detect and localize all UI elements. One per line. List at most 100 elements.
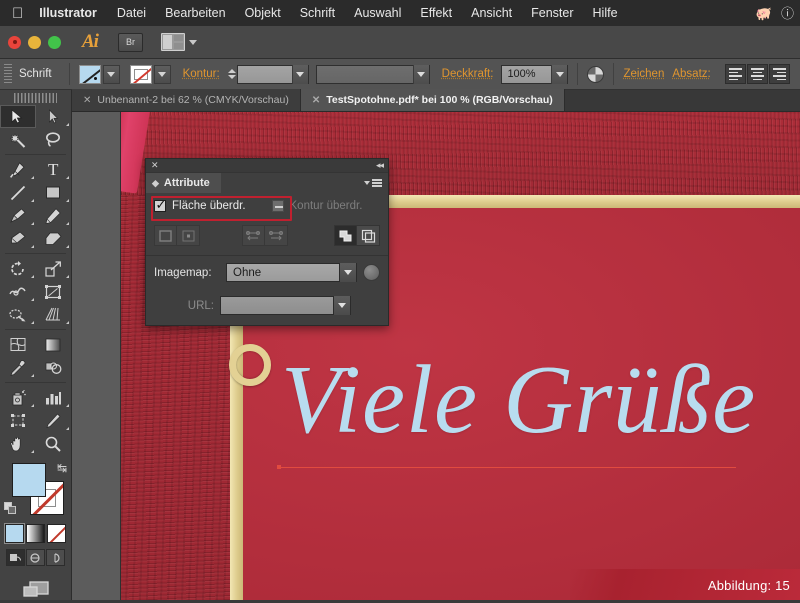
perspective-grid-tool[interactable] <box>36 303 72 326</box>
overprint-stroke-checkbox[interactable] <box>271 200 284 212</box>
stroke-profile-field[interactable] <box>315 64 430 84</box>
menu-item-ansicht[interactable]: Ansicht <box>471 6 512 20</box>
hide-center-icon[interactable] <box>177 225 200 246</box>
browser-preview-icon[interactable] <box>363 264 380 281</box>
window-zoom-button[interactable] <box>48 35 61 49</box>
panel-title-bar[interactable]: ✕ ◂◂ <box>146 159 388 173</box>
width-tool[interactable] <box>0 280 36 303</box>
swap-fill-stroke-icon[interactable]: ↹ <box>57 461 67 475</box>
opacity-dropdown[interactable] <box>551 64 568 84</box>
artboard-tool[interactable] <box>0 409 36 432</box>
window-minimize-button[interactable] <box>28 35 41 49</box>
info-icon[interactable]: ⓘ <box>781 7 794 20</box>
blend-tool[interactable] <box>36 356 72 379</box>
none-fill-mode-button[interactable] <box>47 524 66 543</box>
scale-tool[interactable] <box>36 257 72 280</box>
stroke-weight-field[interactable] <box>236 64 309 84</box>
slice-tool[interactable] <box>36 409 72 432</box>
tools-panel-grip[interactable] <box>14 93 57 103</box>
shape-builder-tool[interactable] <box>0 303 36 326</box>
symbol-sprayer-tool[interactable] <box>0 386 36 409</box>
menu-item-objekt[interactable]: Objekt <box>245 6 281 20</box>
eraser-tool[interactable] <box>36 227 72 250</box>
stroke-swatch[interactable] <box>129 64 152 84</box>
stroke-weight-dropdown[interactable] <box>291 64 308 84</box>
column-graph-tool[interactable] <box>36 386 72 409</box>
paintbrush-tool[interactable] <box>0 204 36 227</box>
menu-item-hilfe[interactable]: Hilfe <box>593 6 618 20</box>
type-tool[interactable]: T <box>36 158 72 181</box>
blend-mode-icon[interactable] <box>587 65 605 83</box>
fill-swatch[interactable] <box>78 64 101 84</box>
gradient-fill-mode-button[interactable] <box>26 524 45 543</box>
stroke-weight-label[interactable]: Kontur: <box>183 68 220 80</box>
menu-app-name[interactable]: Illustrator <box>39 6 97 20</box>
url-input[interactable] <box>220 296 351 315</box>
stroke-profile-dropdown[interactable] <box>412 64 429 84</box>
menu-item-bearbeiten[interactable]: Bearbeiten <box>165 6 225 20</box>
attribute-panel[interactable]: ✕ ◂◂ ◆ Attribute Fläche überdr. Kontur ü… <box>145 158 389 326</box>
opacity-label[interactable]: Deckkraft: <box>442 68 494 80</box>
lasso-tool[interactable] <box>36 128 72 151</box>
menu-item-schrift[interactable]: Schrift <box>300 6 335 20</box>
close-icon[interactable]: ✕ <box>312 95 320 106</box>
collapse-panel-icon[interactable]: ◂◂ <box>376 160 384 171</box>
evernote-icon[interactable]: 🐖 <box>756 7 772 20</box>
panel-menu-icon[interactable] <box>364 179 388 187</box>
document-tab-testspotohne[interactable]: ✕ TestSpotohne.pdf* bei 100 % (RGB/Vorsc… <box>300 89 565 111</box>
stepper-up-icon[interactable] <box>227 69 236 73</box>
align-right-button[interactable] <box>768 64 790 84</box>
rectangle-tool[interactable] <box>36 181 72 204</box>
reverse-path-direction-off-icon[interactable] <box>242 225 265 246</box>
zoom-tool[interactable] <box>36 432 72 455</box>
arrange-documents-chevron-icon[interactable] <box>188 39 197 45</box>
control-panel-grip[interactable] <box>4 63 12 85</box>
close-icon[interactable]: ✕ <box>151 161 159 170</box>
bridge-button[interactable]: Br <box>117 32 143 52</box>
mesh-tool[interactable] <box>0 333 36 356</box>
menu-item-effekt[interactable]: Effekt <box>420 6 452 20</box>
normal-screen-mode-button[interactable] <box>6 549 25 566</box>
arrange-documents-icon[interactable] <box>160 33 185 51</box>
chevron-down-icon[interactable] <box>333 296 350 315</box>
overprint-fill-checkbox[interactable] <box>154 198 167 212</box>
pen-tool[interactable] <box>0 158 36 181</box>
paragraph-label[interactable]: Absatz: <box>672 68 710 80</box>
magic-wand-tool[interactable] <box>0 128 36 151</box>
eyelet-ring-graphic[interactable] <box>229 344 271 386</box>
color-fill-mode-button[interactable] <box>5 524 24 543</box>
reverse-path-direction-on-icon[interactable] <box>265 225 288 246</box>
hand-tool[interactable] <box>0 432 36 455</box>
document-tab-unbenannt[interactable]: ✕ Unbenannt-2 bei 62 % (CMYK/Vorschau) <box>72 89 301 111</box>
selection-tool[interactable] <box>0 105 36 128</box>
stepper-down-icon[interactable] <box>227 75 236 79</box>
free-transform-tool[interactable] <box>36 280 72 303</box>
default-fill-stroke-icon[interactable] <box>4 502 17 515</box>
chevron-down-icon[interactable] <box>339 263 356 282</box>
full-screen-mode-button[interactable] <box>46 549 65 566</box>
align-left-button[interactable] <box>724 64 746 84</box>
opacity-field[interactable]: 100% <box>501 64 569 84</box>
fill-color-swatch[interactable] <box>12 463 46 497</box>
menu-item-auswahl[interactable]: Auswahl <box>354 6 401 20</box>
line-segment-tool[interactable] <box>0 181 36 204</box>
character-label[interactable]: Zeichen <box>623 68 664 80</box>
headline-text[interactable]: Viele Grüße <box>281 344 756 455</box>
tab-attribute[interactable]: ◆ Attribute <box>146 173 221 193</box>
window-close-button[interactable] <box>8 35 21 49</box>
stroke-weight-stepper[interactable] <box>227 69 236 79</box>
show-center-icon[interactable] <box>154 225 177 246</box>
gradient-tool[interactable] <box>36 333 72 356</box>
show-overlap-icon[interactable] <box>357 225 380 246</box>
eyedropper-tool[interactable] <box>0 356 36 379</box>
imagemap-select[interactable]: Ohne <box>226 263 357 282</box>
align-center-button[interactable] <box>746 64 768 84</box>
full-screen-menu-mode-button[interactable] <box>26 549 45 566</box>
direct-selection-tool[interactable] <box>36 105 72 128</box>
menu-item-datei[interactable]: Datei <box>117 6 146 20</box>
rotate-tool[interactable] <box>0 257 36 280</box>
blob-brush-tool[interactable] <box>0 227 36 250</box>
pencil-tool[interactable] <box>36 204 72 227</box>
menu-item-fenster[interactable]: Fenster <box>531 6 573 20</box>
apple-icon[interactable]:  <box>12 6 23 21</box>
